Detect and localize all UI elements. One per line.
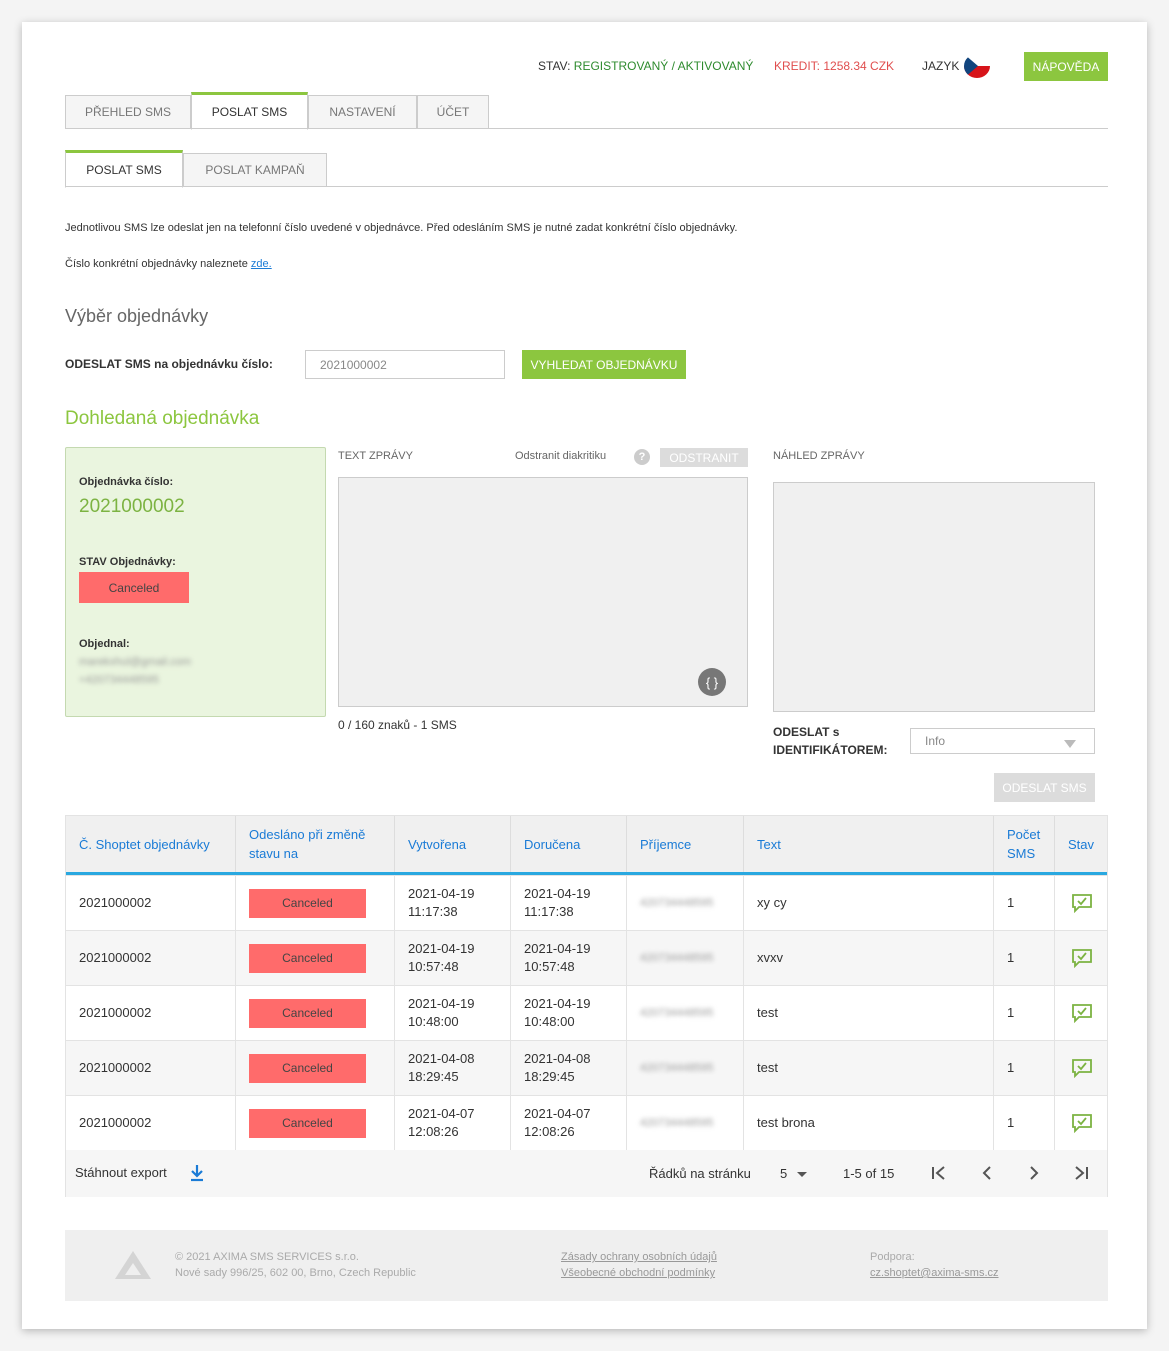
status-badge: Canceled [249,1108,366,1138]
chevron-down-icon [1064,740,1076,748]
remove-diacritics-button[interactable]: ODSTRANIT [660,448,748,467]
col-order-number[interactable]: Č. Shoptet objednávky [66,816,236,872]
footer-support: Podpora: cz.shoptet@axima-sms.cz [870,1251,999,1281]
order-info-box: Objednávka číslo: 2021000002 STAV Objedn… [65,447,326,717]
delivered-message-icon[interactable] [1071,1058,1093,1078]
col-text[interactable]: Text [744,816,994,872]
col-state[interactable]: Stav [1055,816,1109,872]
first-page-icon[interactable] [931,1166,947,1180]
order-hint-link[interactable]: zde. [251,258,272,270]
col-status-change[interactable]: Odesláno při změně stavu na [236,816,395,872]
rows-per-page-select[interactable]: 5 [780,1166,807,1181]
credit-balance: KREDIT: 1258.34 CZK [774,59,895,73]
delivered-message-icon[interactable] [1071,893,1093,913]
page-footer: © 2021 AXIMA SMS SERVICES s.r.o. Nové sa… [65,1230,1108,1301]
sms-history-table: Č. Shoptet objednávky Odesláno při změně… [65,815,1108,1197]
table-row: 2021000002 Canceled 2021-04-19 10:48:00 2… [66,985,1107,1040]
tab-send-sms[interactable]: POSLAT SMS [191,92,308,130]
table-row: 2021000002 Canceled 2021-04-19 10:57:48 2… [66,930,1107,985]
privacy-policy-link[interactable]: Zásady ochrany osobních údajů [561,1249,717,1265]
customer-phone: +420734448595 [79,674,159,686]
status-value: REGISTROVANÝ / AKTIVOVANÝ [573,59,754,73]
order-number-value: 2021000002 [79,496,185,517]
delivered-message-icon[interactable] [1071,1113,1093,1133]
message-text-label: TEXT ZPRÁVY [338,450,413,462]
intro-text: Jednotlivou SMS lze odeslat jen na telef… [65,222,738,234]
recipient-number: 420734448595 [640,897,714,909]
table-row: 2021000002 Canceled 2021-04-07 12:08:26 2… [66,1095,1107,1150]
tab-settings[interactable]: NASTAVENÍ [308,95,417,129]
language-label: JAZYK [922,59,960,73]
table-header: Č. Shoptet objednávky Odesláno při změně… [66,816,1107,875]
chevron-down-icon [796,1172,807,1178]
col-sms-count[interactable]: Počet SMS [994,816,1055,872]
help-button[interactable]: NÁPOVĚDA [1024,52,1108,81]
export-link[interactable]: Stáhnout export [75,1165,167,1180]
message-textarea[interactable]: { } [338,477,748,707]
sender-id-label: ODESLAT s IDENTIFIKÁTOREM: [773,725,888,757]
rows-per-page-label: Řádků na stránku [649,1166,751,1181]
account-status: STAV: REGISTROVANÝ / AKTIVOVANÝ [538,59,753,73]
message-preview-label: NÁHLED ZPRÁVY [773,450,865,462]
recipient-number: 420734448595 [640,1062,714,1074]
status-label: STAV: [538,59,571,73]
col-delivered[interactable]: Doručena [511,816,627,872]
tab-sms-overview[interactable]: PŘEHLED SMS [65,95,191,129]
subtab-send-sms[interactable]: POSLAT SMS [65,150,183,188]
sender-id-select[interactable]: Info [910,728,1095,754]
tab-account[interactable]: ÚČET [417,95,489,129]
ordered-by-caption: Objednal: [79,638,130,650]
footer-company: © 2021 AXIMA SMS SERVICES s.r.o. Nové sa… [175,1251,416,1279]
next-page-icon[interactable] [1028,1166,1040,1180]
status-badge: Canceled [249,943,366,973]
order-status-badge: Canceled [79,572,189,603]
previous-page-icon[interactable] [981,1166,993,1180]
col-created[interactable]: Vytvořena [395,816,511,872]
table-row: 2021000002 Canceled 2021-04-08 18:29:45 2… [66,1040,1107,1095]
order-number-caption: Objednávka číslo: [79,476,174,488]
app-card: STAV: REGISTROVANÝ / AKTIVOVANÝ KREDIT: … [22,22,1147,1329]
character-counter: 0 / 160 znaků - 1 SMS [338,718,457,732]
col-recipient[interactable]: Příjemce [627,816,744,872]
placeholders-braces-icon[interactable]: { } [698,668,726,696]
support-email-link[interactable]: cz.shoptet@axima-sms.cz [870,1265,999,1281]
recipient-number: 420734448595 [640,1117,714,1129]
table-footer: Stáhnout export Řádků na stránku 5 1-5 o… [66,1150,1107,1197]
recipient-number: 420734448595 [640,1007,714,1019]
order-number-input[interactable]: 2021000002 [305,350,505,379]
czech-flag-icon[interactable] [964,54,990,78]
main-tabs-divider [65,128,1108,129]
table-row: 2021000002 Canceled 2021-04-19 11:17:38 2… [66,875,1107,930]
footer-legal-links: Zásady ochrany osobních údajů Všeobecné … [561,1249,717,1281]
help-question-icon[interactable]: ? [634,449,650,465]
status-badge: Canceled [249,1053,366,1083]
message-preview [773,482,1095,712]
order-status-caption: STAV Objednávky: [79,556,176,568]
order-select-heading: Výběr objednávky [65,306,209,326]
subtab-send-campaign[interactable]: POSLAT KAMPAŇ [183,153,327,187]
order-hint: Číslo konkrétní objednávky naleznete zde… [65,258,272,270]
found-order-heading: Dohledaná objednávka [65,408,260,429]
pagination-range: 1-5 of 15 [843,1166,895,1181]
delivered-message-icon[interactable] [1071,948,1093,968]
sub-tabs-divider [65,186,1108,187]
delivered-message-icon[interactable] [1071,1003,1093,1023]
status-badge: Canceled [249,888,366,918]
last-page-icon[interactable] [1073,1166,1089,1180]
order-number-label: ODESLAT SMS na objednávku číslo: [65,357,273,371]
remove-diacritics-label: Odstranit diakritiku [515,450,607,462]
terms-link[interactable]: Všeobecné obchodní podmínky [561,1265,717,1281]
axima-logo-icon [115,1251,151,1279]
customer-email: marekxhul@gmail.com [79,656,192,668]
status-badge: Canceled [249,998,366,1028]
search-order-button[interactable]: VYHLEDAT OBJEDNÁVKU [522,350,686,379]
recipient-number: 420734448595 [640,952,714,964]
download-icon[interactable] [190,1164,204,1182]
send-sms-button[interactable]: ODESLAT SMS [994,773,1095,802]
